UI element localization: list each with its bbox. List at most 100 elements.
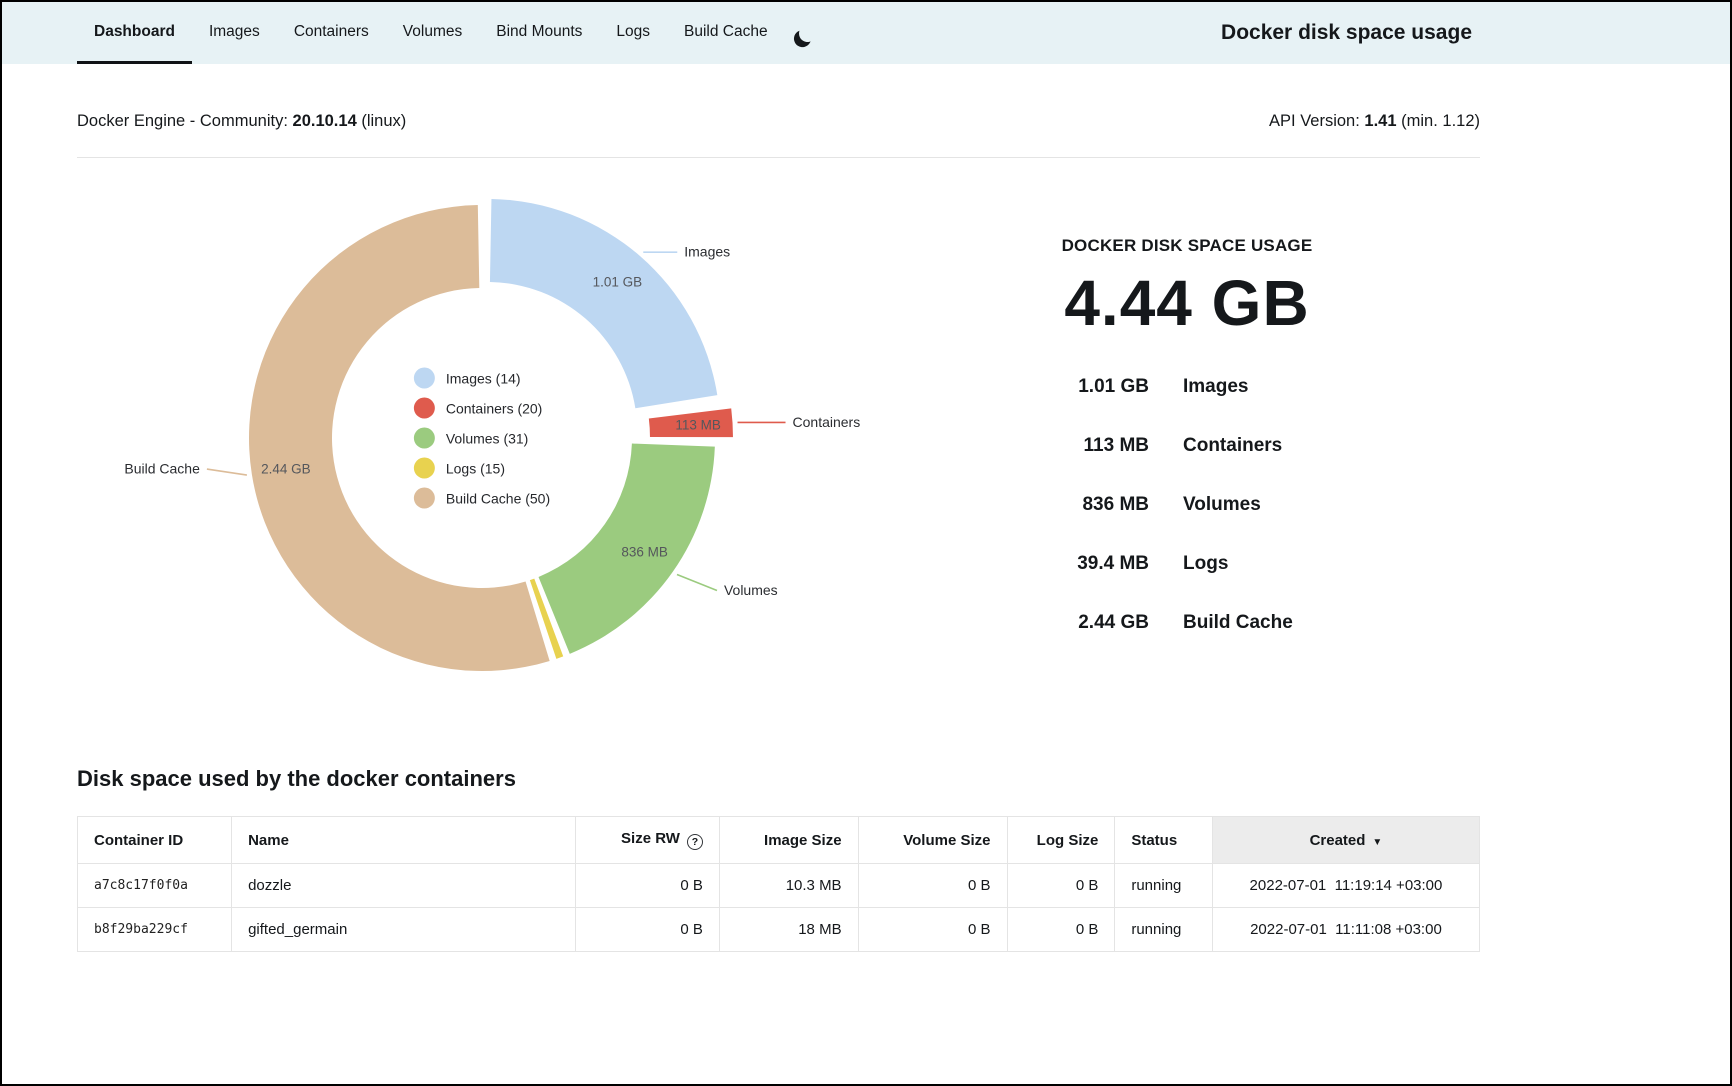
slice-value-images: 1.01 GB <box>593 275 643 290</box>
summary-total: 4.44 GB <box>1017 266 1357 340</box>
col-header-label: Name <box>248 832 289 849</box>
dashboard-chart-section: 1.01 GBImages113 MBContainers836 MBVolum… <box>77 166 1480 726</box>
cell-volume_size: 0 B <box>858 864 1007 908</box>
summary-size: 1.01 GB <box>1037 374 1149 399</box>
tab-logs[interactable]: Logs <box>599 2 667 64</box>
col-header-size-rw[interactable]: Size RW? <box>576 817 720 864</box>
summary-row-containers: 113 MB Containers <box>1037 433 1337 458</box>
tab-build-cache[interactable]: Build Cache <box>667 2 785 64</box>
summary-label: Logs <box>1183 551 1228 576</box>
cell-created: 2022-07-01 11:19:14 +03:00 <box>1212 864 1479 908</box>
col-header-label: Image Size <box>764 832 842 849</box>
summary-row-images: 1.01 GBImages <box>1037 374 1337 399</box>
api-label: API Version: <box>1269 112 1360 130</box>
engine-label: Docker Engine - Community: <box>77 112 288 130</box>
tab-dashboard[interactable]: Dashboard <box>77 2 192 64</box>
callout-label-containers: Containers <box>793 414 861 430</box>
cell-image_size: 10.3 MB <box>719 864 858 908</box>
containers-section-heading: Disk space used by the docker containers <box>77 766 1480 792</box>
tab-images[interactable]: Images <box>192 2 277 64</box>
tab-volumes[interactable]: Volumes <box>386 2 479 64</box>
summary-row-logs: 39.4 MB Logs <box>1037 551 1337 576</box>
cell-name: gifted_germain <box>232 908 576 952</box>
col-header-created[interactable]: Created▼ <box>1212 817 1479 864</box>
tab-containers[interactable]: Containers <box>277 2 386 64</box>
summary-size: 836 MB <box>1037 492 1149 517</box>
summary-row-volumes: 836 MB Volumes <box>1037 492 1337 517</box>
top-nav-bar: DashboardImagesContainersVolumesBind Mou… <box>2 2 1730 64</box>
table-header-row: Container ID Name Size RW? Image Size Volume… <box>78 817 1480 864</box>
summary-label: Volumes <box>1183 492 1261 517</box>
callout-label-volumes: Volumes <box>724 582 778 598</box>
containers-table: Container ID Name Size RW? Image Size Volume… <box>77 816 1480 952</box>
legend-item-logs[interactable]: Logs (15) <box>414 458 550 479</box>
legend-item-containers[interactable]: Containers (20) <box>414 398 550 419</box>
app-window: DashboardImagesContainersVolumesBind Mou… <box>0 0 1732 1086</box>
legend-dot <box>414 458 435 479</box>
slice-value-containers: 113 MB <box>675 417 721 432</box>
engine-platform: (linux) <box>361 112 406 130</box>
engine-version: 20.10.14 <box>293 112 357 130</box>
col-header-log-size[interactable]: Log Size <box>1007 817 1115 864</box>
callout-line-build-cache <box>207 469 247 475</box>
col-header-image-size[interactable]: Image Size <box>719 817 858 864</box>
legend-label: Containers (20) <box>446 400 543 416</box>
slice-value-build-cache: 2.44 GB <box>261 461 311 476</box>
legend-item-images[interactable]: Images (14) <box>414 368 550 389</box>
legend-item-volumes[interactable]: Volumes (31) <box>414 428 550 449</box>
nav-tabs: DashboardImagesContainersVolumesBind Mou… <box>77 2 785 64</box>
legend-label: Volumes (31) <box>446 430 528 446</box>
legend-dot <box>414 368 435 389</box>
cell-id: b8f29ba229cf <box>78 908 232 952</box>
cell-log_size: 0 B <box>1007 864 1115 908</box>
summary-size: 39.4 MB <box>1037 551 1149 576</box>
moon-icon <box>797 23 817 43</box>
legend-label: Logs (15) <box>446 460 505 476</box>
tab-bind-mounts[interactable]: Bind Mounts <box>479 2 599 64</box>
summary-heading: DOCKER DISK SPACE USAGE <box>1017 236 1357 256</box>
col-header-label: Log Size <box>1037 832 1099 849</box>
cell-status: running <box>1115 864 1213 908</box>
table-row: a7c8c17f0f0adozzle0 B10.3 MB0 B0 Brunnin… <box>78 864 1480 908</box>
summary-rows: 1.01 GBImages 113 MB Containers 836 MB Volum… <box>1017 374 1357 635</box>
theme-toggle[interactable] <box>799 2 829 64</box>
slice-value-volumes: 836 MB <box>621 544 668 559</box>
legend-label: Build Cache (50) <box>446 490 550 506</box>
legend-dot <box>414 428 435 449</box>
col-header-status[interactable]: Status <box>1115 817 1213 864</box>
legend-item-build-cache[interactable]: Build Cache (50) <box>414 488 550 509</box>
cell-status: running <box>1115 908 1213 952</box>
main-content: Docker Engine - Community: 20.10.14 (lin… <box>2 64 1730 952</box>
cell-size_rw: 0 B <box>576 864 720 908</box>
sort-desc-icon: ▼ <box>1372 837 1382 848</box>
app-title: Docker disk space usage <box>1221 21 1472 45</box>
col-header-label: Container ID <box>94 832 183 849</box>
api-version: 1.41 <box>1364 112 1396 130</box>
cell-created: 2022-07-01 11:11:08 +03:00 <box>1212 908 1479 952</box>
engine-info: Docker Engine - Community: 20.10.14 (lin… <box>77 112 406 131</box>
donut-chart-area: 1.01 GB Images 113 MB Containers 836 MB Volum… <box>77 166 977 726</box>
summary-row-build-cache: 2.44 GB Build Cache <box>1037 610 1337 635</box>
disk-usage-summary: DOCKER DISK SPACE USAGE 4.44 GB 1.01 GBI… <box>1017 166 1357 726</box>
summary-label: Containers <box>1183 433 1282 458</box>
cell-volume_size: 0 B <box>858 908 1007 952</box>
cell-name: dozzle <box>232 864 576 908</box>
cell-id: a7c8c17f0f0a <box>78 864 232 908</box>
legend-dot <box>414 488 435 509</box>
col-header-name[interactable]: Name <box>232 817 576 864</box>
help-icon[interactable]: ? <box>687 834 703 850</box>
legend-dot <box>414 398 435 419</box>
legend-label: Images (14) <box>446 370 521 386</box>
col-header-container-id[interactable]: Container ID <box>78 817 232 864</box>
col-header-volume-size[interactable]: Volume Size <box>858 817 1007 864</box>
summary-size: 113 MB <box>1037 433 1149 458</box>
engine-info-row: Docker Engine - Community: 20.10.14 (lin… <box>77 64 1480 158</box>
cell-log_size: 0 B <box>1007 908 1115 952</box>
col-header-label: Size RW <box>621 830 680 847</box>
col-header-label: Status <box>1131 832 1177 849</box>
callout-label-build-cache: Build Cache <box>124 461 200 477</box>
summary-size: 2.44 GB <box>1037 610 1149 635</box>
summary-label: Build Cache <box>1183 610 1293 635</box>
api-min: (min. 1.12) <box>1401 112 1480 130</box>
callout-label-images: Images <box>684 244 730 260</box>
